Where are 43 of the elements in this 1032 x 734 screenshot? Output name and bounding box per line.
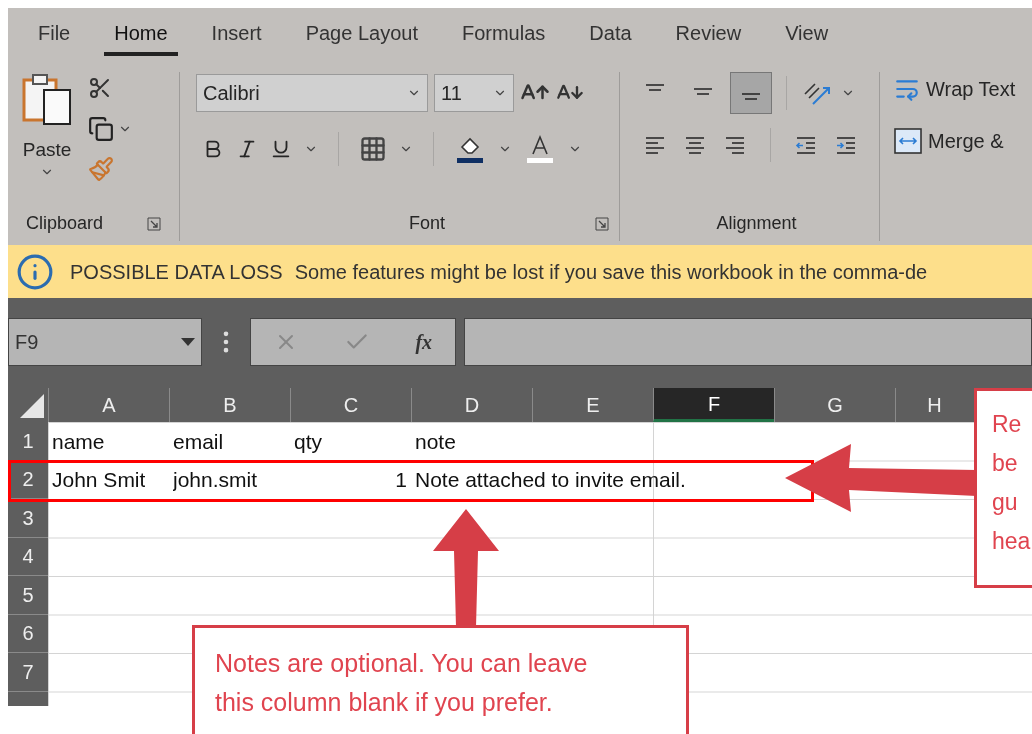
table-cell-text: Note attached to invite email.: [415, 467, 686, 493]
dialog-launcher-icon[interactable]: [595, 216, 609, 231]
table-cell-text: name: [52, 428, 105, 455]
paste-clipboard-icon[interactable]: [20, 72, 74, 128]
ribbon-tab[interactable]: Formulas: [451, 18, 556, 56]
group-label: Alignment: [716, 212, 797, 235]
ribbon-tab[interactable]: Insert: [201, 18, 272, 56]
underline-icon[interactable]: [270, 138, 292, 160]
paste-label[interactable]: Paste: [22, 136, 72, 165]
group-label: Font: [408, 212, 445, 235]
ribbon-tab[interactable]: Home: [104, 18, 178, 56]
select-all-icon[interactable]: [20, 394, 44, 418]
ribbon-tab[interactable]: Review: [665, 18, 752, 56]
merge-icon: [894, 128, 922, 154]
borders-icon[interactable]: [359, 135, 387, 163]
dialog-launcher-icon[interactable]: [147, 216, 161, 231]
name-box[interactable]: F9: [8, 318, 202, 366]
table-cell-text: email: [173, 428, 224, 455]
ribbon-tab[interactable]: Data: [579, 18, 642, 56]
callout-text: Re be gu hea: [992, 410, 1032, 556]
font-name-dropdown[interactable]: Calibri: [196, 74, 428, 112]
column-header[interactable]: F: [653, 388, 774, 422]
wrap-text-button[interactable]: Wrap Text: [894, 74, 1016, 104]
dropdown-arrow-icon: [181, 338, 195, 346]
info-message: Some features might be lost if you save this workbook in the comma-de: [294, 259, 928, 285]
table-cell-text: John Smit: [52, 467, 146, 493]
table-cell-text: john.smit: [173, 467, 258, 493]
ribbon-tab[interactable]: File: [28, 18, 81, 56]
table-cell-text: 1: [395, 467, 407, 493]
formula-input[interactable]: [464, 318, 1032, 366]
group-label: Clipboard: [26, 212, 104, 235]
table-cell-text: note: [415, 428, 456, 455]
merge-button[interactable]: Merge &: [894, 126, 1016, 156]
font-color-icon[interactable]: [524, 133, 556, 165]
info-icon: [16, 252, 54, 291]
copy-icon[interactable]: [88, 116, 114, 142]
ribbon-tab[interactable]: View: [775, 18, 839, 56]
info-title: POSSIBLE DATA LOSS: [70, 259, 283, 285]
table-cell-text: qty: [294, 428, 322, 455]
insert-function-button[interactable]: fx: [415, 327, 433, 357]
font-size-dropdown[interactable]: 11: [434, 74, 514, 112]
callout-text: Notes are optional. You can leave this column blank if you prefer.: [215, 648, 589, 718]
ribbon-tab[interactable]: Page Layout: [295, 18, 428, 56]
